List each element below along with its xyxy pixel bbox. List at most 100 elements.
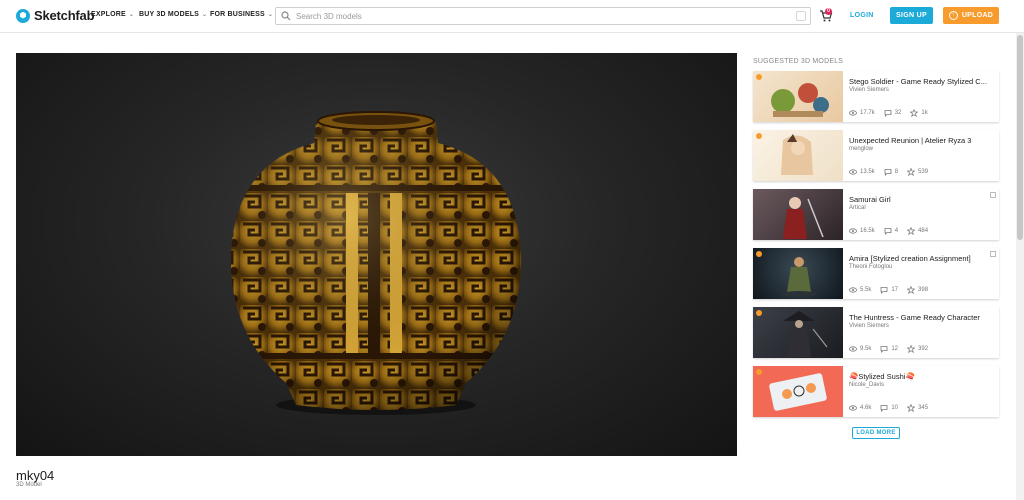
card-title[interactable]: Samurai Girl [849,195,995,204]
card-author[interactable]: Theoni Fotoglou [849,264,892,270]
card-stats: 5.5k 17 398 [849,286,928,294]
star-icon [907,345,916,353]
comments-count: 8 [894,169,899,175]
staff-pick-icon [756,369,762,375]
upload-label: UPLOAD [961,12,994,19]
card-stats: 4.6k 10 345 [849,404,928,412]
likes-count: 484 [918,228,929,234]
suggested-card[interactable]: The Huntress - Game Ready Character Vivi… [753,307,999,358]
nav-buy-3d-models[interactable]: BUY 3D MODELS ⌄ [139,11,207,18]
card-title[interactable]: Stego Soldier - Game Ready Stylized C... [849,77,995,86]
model-thumbnail [753,71,843,122]
comments-count: 10 [891,405,899,411]
eye-icon [849,346,857,352]
card-title[interactable]: 🍣Stylized Sushi🍣 [849,372,995,381]
chevron-down-icon: ⌄ [128,12,135,18]
card-author[interactable]: Artical [849,205,866,211]
comments-count: 4 [894,228,899,234]
vase-render [230,111,522,415]
comment-icon [884,228,892,235]
comments-count: 17 [891,287,899,293]
nav-explore-label: EXPLORE [91,11,126,18]
login-link[interactable]: LOGIN [850,12,874,19]
logo-text: Sketchfab [34,8,95,23]
sketchfab-logo[interactable]: Sketchfab [16,8,95,23]
eye-icon [849,169,857,175]
views-count: 9.5k [860,346,872,352]
comment-icon [884,110,892,117]
load-more-button[interactable]: LOAD MORE [852,427,900,439]
model-thumbnail [753,366,843,417]
upload-icon: ↑ [948,11,958,20]
comment-icon [880,405,888,412]
star-icon [907,227,916,235]
comment-icon [884,169,892,176]
comments-count: 32 [894,110,902,116]
nav-buy-label: BUY 3D MODELS [139,11,200,18]
model-viewer[interactable] [16,53,737,456]
star-icon [910,109,919,117]
logo-icon [16,8,30,23]
card-stats: 13.5k 8 539 [849,168,928,176]
card-stats: 17.7k 32 1k [849,109,928,117]
card-stats: 9.5k 12 392 [849,345,928,353]
suggested-card[interactable]: Amira [Stylized creation Assignment] The… [753,248,999,299]
suggested-card[interactable]: Samurai Girl Artical 16.5k 4 484 [753,189,999,240]
star-icon [907,404,916,412]
suggested-card[interactable]: Stego Soldier - Game Ready Stylized C...… [753,71,999,122]
staff-pick-icon [756,133,762,139]
search-shortcut-icon [796,11,806,21]
top-navigation-bar: Sketchfab EXPLORE ⌄ BUY 3D MODELS ⌄ FOR … [0,0,1024,33]
views-count: 13.5k [860,169,875,175]
views-count: 5.5k [860,287,872,293]
suggested-heading: SUGGESTED 3D MODELS [753,58,844,65]
model-thumbnail [753,130,843,181]
model-title: mky04 [16,468,55,483]
card-stats: 16.5k 4 484 [849,227,928,235]
nav-for-business[interactable]: FOR BUSINESS ⌄ [210,11,273,18]
card-title[interactable]: Amira [Stylized creation Assignment] [849,254,995,263]
search-input[interactable] [296,11,796,21]
card-title[interactable]: The Huntress - Game Ready Character [849,313,995,322]
suggested-card[interactable]: Unexpected Reunion | Atelier Ryza 3 meng… [753,130,999,181]
card-author[interactable]: menglow [849,146,873,152]
likes-count: 539 [918,169,929,175]
signup-button[interactable]: SIGN UP [890,7,933,24]
cart-count-badge: 0 [825,8,832,15]
star-icon [907,286,916,294]
eye-icon [849,405,857,411]
star-icon [907,168,916,176]
likes-count: 398 [918,287,929,293]
nav-explore[interactable]: EXPLORE ⌄ [91,11,134,18]
chevron-down-icon: ⌄ [202,12,208,18]
staff-pick-icon [756,251,762,257]
eye-icon [849,228,857,234]
eye-icon [849,287,857,293]
search-bar [275,7,811,25]
card-author[interactable]: Vivien Siemers [849,87,889,93]
search-icon [281,11,291,21]
nav-business-label: FOR BUSINESS [210,11,265,18]
views-count: 4.6k [860,405,872,411]
card-title[interactable]: Unexpected Reunion | Atelier Ryza 3 [849,136,995,145]
comment-icon [880,346,888,353]
chevron-down-icon: ⌄ [267,12,274,18]
model-subtitle: 3D Model [16,482,42,488]
scrollbar-thumb[interactable] [1017,35,1023,240]
card-author[interactable]: Vivien Siemers [849,323,889,329]
suggested-card[interactable]: 🍣Stylized Sushi🍣 Nicole_Davis 4.6k 10 34… [753,366,999,417]
eye-icon [849,110,857,116]
model-thumbnail [753,189,843,240]
comments-count: 12 [891,346,899,352]
model-thumbnail [753,248,843,299]
views-count: 16.5k [860,228,875,234]
views-count: 17.7k [860,110,875,116]
staff-pick-icon [756,310,762,316]
comment-icon [880,287,888,294]
upload-button[interactable]: ↑ UPLOAD [943,7,999,24]
model-thumbnail [753,307,843,358]
card-author[interactable]: Nicole_Davis [849,382,884,388]
likes-count: 345 [918,405,929,411]
staff-pick-icon [756,74,762,80]
likes-count: 392 [918,346,929,352]
